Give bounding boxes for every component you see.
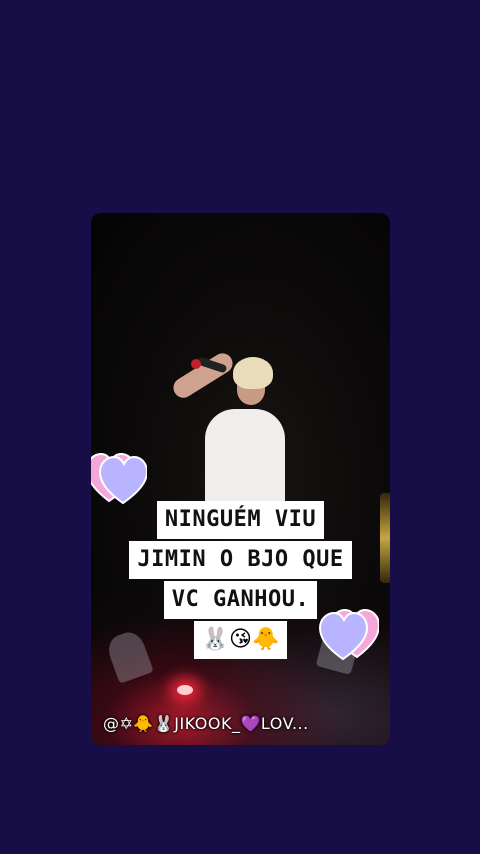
stage-light-icon: [177, 685, 193, 695]
caption-line: JIMIN O BJO QUE: [129, 541, 352, 579]
video-frame[interactable]: NINGUÉM VIU JIMIN O BJO QUE VC GANHOU. 🐰…: [91, 213, 390, 745]
performer-image: [167, 349, 297, 519]
caption-line: NINGUÉM VIU: [156, 501, 325, 539]
performer-hair: [233, 357, 273, 389]
heart-sticker-icon: [91, 452, 149, 505]
caption-emojis: 🐰😘🐥: [193, 621, 288, 659]
caption-line: VC GANHOU.: [163, 581, 318, 619]
microphone-tip: [191, 359, 201, 369]
caption-overlay: NINGUÉM VIU JIMIN O BJO QUE VC GANHOU. 🐰…: [91, 501, 390, 661]
watermark-username: @✡🐥🐰JIKOOK_💜LOV...: [103, 714, 309, 733]
story-screen: NINGUÉM VIU JIMIN O BJO QUE VC GANHOU. 🐰…: [0, 0, 480, 854]
